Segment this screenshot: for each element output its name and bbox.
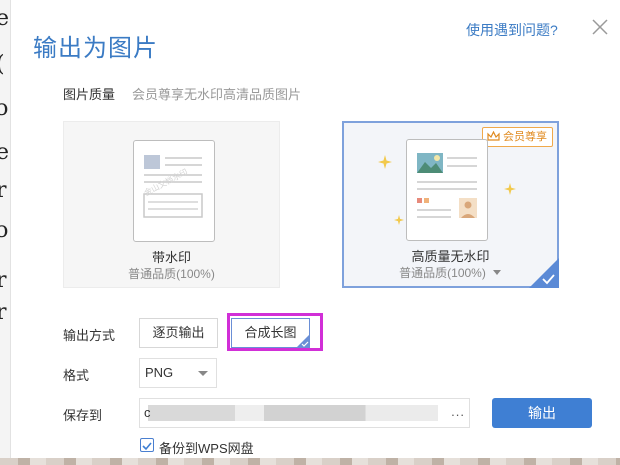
quality-option-subtitle: 普通品质(100%) (128, 267, 215, 281)
background-app-edge: e ( ɔ e r ɔ r r (0, 0, 10, 465)
watermark-document-icon: 金山文档水印 (133, 140, 215, 242)
help-link[interactable]: 使用遇到问题? (466, 20, 558, 40)
quality-label: 图片质量 (63, 87, 116, 102)
quality-option-title: 带水印 (151, 250, 191, 265)
format-value: PNG (145, 365, 174, 380)
crown-icon (487, 131, 500, 141)
backup-label[interactable]: 备份到WPS网盘 (159, 438, 254, 457)
output-mode-label: 输出方式 (63, 328, 116, 343)
close-icon[interactable] (589, 16, 611, 38)
checkmark-icon (142, 442, 152, 451)
save-to-label: 保存到 (63, 408, 103, 423)
sparkle-icon (378, 155, 392, 169)
background-glyph: r (0, 268, 7, 293)
chevron-down-icon[interactable] (493, 270, 501, 275)
dialog-title: 输出为图片 (33, 35, 158, 62)
background-app-strip (0, 458, 620, 465)
background-glyph: e (0, 140, 10, 165)
vip-badge: 会员尊享 (482, 127, 553, 147)
chevron-down-icon (198, 371, 208, 376)
quality-hint: 会员尊享无水印高清品质图片 (132, 87, 302, 102)
background-glyph: r (0, 300, 7, 325)
format-label: 格式 (63, 368, 90, 383)
export-image-dialog: 输出为图片 使用遇到问题? 图片质量 会员尊享无水印高清品质图片 金山文档水印 … (10, 0, 620, 458)
background-glyph: e (0, 6, 10, 31)
backup-checkbox[interactable] (140, 438, 154, 452)
background-glyph: ɔ (0, 218, 9, 243)
save-path-input[interactable]: c ... (139, 398, 470, 428)
hd-document-icon (406, 139, 488, 241)
highlight-annotation (227, 313, 323, 351)
format-select[interactable]: PNG (139, 358, 217, 388)
vip-badge-label: 会员尊享 (503, 131, 547, 143)
background-glyph: ( (0, 52, 5, 77)
export-button[interactable]: 输出 (492, 398, 592, 428)
quality-option-no-watermark[interactable]: 会员尊享 高质量无水印 普通品质(100%) (342, 121, 559, 288)
quality-option-title: 高质量无水印 (411, 249, 490, 264)
background-glyph: ɔ (0, 96, 9, 121)
save-path-value: c (144, 405, 151, 420)
sparkle-icon (394, 215, 404, 225)
background-glyph: r (0, 178, 7, 203)
sparkle-icon (504, 183, 516, 195)
quality-option-subtitle: 普通品质(100%) (399, 266, 486, 280)
output-mode-page-by-page[interactable]: 逐页输出 (139, 318, 218, 348)
blurred-path (148, 405, 438, 421)
browse-button[interactable]: ... (451, 404, 465, 419)
quality-option-watermark[interactable]: 金山文档水印 带水印 普通品质(100%) (63, 121, 280, 288)
selected-check-icon (529, 258, 559, 288)
